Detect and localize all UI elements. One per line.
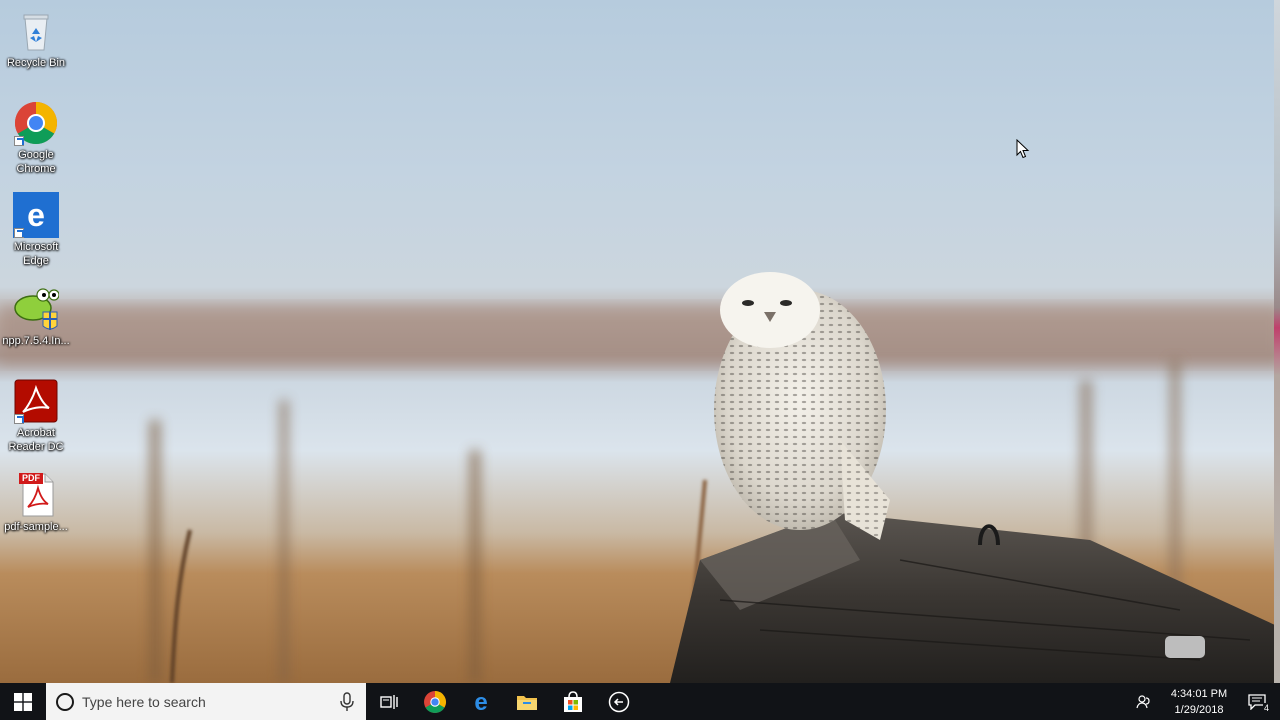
desktop-icon-label: Recycle Bin	[6, 57, 66, 69]
taskbar-edge-button[interactable]: e	[458, 683, 504, 720]
back-arrow-circle-icon	[608, 691, 630, 712]
desktop-icon-pdf-sample[interactable]: PDF pdf-sample...	[0, 472, 72, 534]
pdf-badge: PDF	[19, 473, 43, 484]
desktop-icon-recycle-bin[interactable]: Recycle Bin	[0, 8, 72, 70]
clock-time: 4:34:01 PM	[1170, 687, 1228, 700]
taskbar-file-explorer-button[interactable]	[504, 683, 550, 720]
desktop-icon-label: Acrobat Reader DC	[8, 427, 64, 453]
folder-icon	[517, 695, 537, 710]
desktop-icon-notepad-plus-plus-installer[interactable]: npp.7.5.4.In...	[0, 286, 72, 348]
shortcut-arrow-icon	[14, 228, 24, 238]
svg-text:e: e	[27, 197, 45, 233]
taskbar: e	[0, 683, 1280, 720]
chrome-icon	[424, 690, 446, 713]
snowy-owl-wallpaper	[0, 0, 1280, 683]
mouse-pointer-icon	[1016, 138, 1030, 159]
desktop-wallpaper	[0, 0, 1280, 683]
desktop-icon-google-chrome[interactable]: Google Chrome	[0, 100, 72, 176]
taskbar-store-button[interactable]	[550, 683, 596, 720]
cortana-circle-icon	[56, 692, 74, 711]
taskbar-clock[interactable]: 4:34:01 PM 1/29/2018	[1164, 686, 1234, 718]
people-icon	[1136, 694, 1150, 708]
shortcut-arrow-icon	[14, 414, 24, 424]
people-button[interactable]	[1124, 683, 1164, 720]
window-edge-strip	[1274, 0, 1280, 683]
acrobat-reader-icon	[13, 378, 59, 424]
desktop-icon-microsoft-edge[interactable]: e Microsoft Edge	[0, 192, 72, 268]
pdf-file-icon: PDF	[13, 472, 59, 518]
start-button[interactable]	[0, 683, 46, 720]
store-bag-icon	[564, 690, 582, 712]
search-input[interactable]	[82, 693, 338, 710]
desktop-icon-acrobat-reader[interactable]: Acrobat Reader DC	[0, 378, 72, 454]
desktop-icon-label: pdf-sample...	[4, 521, 68, 533]
notification-count-badge: 4	[1262, 703, 1270, 713]
microphone-icon[interactable]	[338, 691, 356, 712]
windows-logo-icon	[14, 692, 32, 711]
taskbar-chrome-button[interactable]	[412, 683, 458, 720]
clock-date: 1/29/2018	[1174, 703, 1224, 716]
system-tray: 4:34:01 PM 1/29/2018 4	[1124, 683, 1280, 720]
task-view-icon	[380, 694, 398, 709]
edge-icon: e	[474, 690, 487, 714]
notepad-plus-plus-installer-icon	[13, 286, 60, 332]
shortcut-arrow-icon	[14, 136, 24, 146]
task-view-button[interactable]	[366, 683, 412, 720]
svg-text:e: e	[474, 690, 487, 714]
action-center-button[interactable]: 4	[1234, 683, 1280, 720]
recycle-bin-icon	[13, 8, 59, 54]
desktop-icon-label: Microsoft Edge	[13, 241, 59, 267]
desktop-icon-label: Google Chrome	[16, 149, 56, 175]
chrome-icon	[13, 100, 59, 146]
taskbar-back-button[interactable]	[596, 683, 642, 720]
desktop-icon-label: npp.7.5.4.In...	[2, 335, 70, 347]
edge-icon: e	[13, 192, 59, 238]
taskbar-search-box[interactable]	[46, 683, 366, 720]
